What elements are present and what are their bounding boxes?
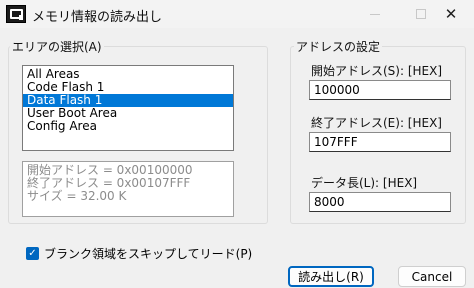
area-select-label: エリアの選択(A) xyxy=(10,38,104,55)
data-length-label: データ長(L): [HEX] xyxy=(311,176,418,190)
dialog-client: エリアの選択(A) All Areas Code Flash 1 Data Fl… xyxy=(0,28,474,288)
area-listbox[interactable]: All Areas Code Flash 1 Data Flash 1 User… xyxy=(22,65,234,151)
minimize-icon xyxy=(370,13,380,15)
title-bar: メモリ情報の読み出し ✕ xyxy=(0,0,474,28)
close-icon: ✕ xyxy=(444,5,458,23)
list-item-config-area[interactable]: Config Area xyxy=(23,120,233,133)
data-length-input[interactable]: 8000 xyxy=(309,192,451,212)
app-icon xyxy=(6,5,26,23)
maximize-icon xyxy=(416,9,426,19)
address-group-label: アドレスの設定 xyxy=(294,38,383,55)
read-button[interactable]: 読み出し(R) xyxy=(288,266,374,287)
info-size: サイズ = 32.00 K xyxy=(27,189,127,203)
checkmark-icon: ✓ xyxy=(28,247,37,259)
skip-blank-checkbox[interactable]: ✓ xyxy=(26,247,39,260)
end-address-input[interactable]: 107FFF xyxy=(309,132,451,152)
end-address-label: 終了アドレス(E): [HEX] xyxy=(311,116,442,130)
close-button[interactable]: ✕ xyxy=(428,0,474,28)
skip-blank-label[interactable]: ブランク領域をスキップしてリード(P) xyxy=(44,245,252,262)
start-address-input[interactable]: 100000 xyxy=(309,80,451,100)
minimize-button[interactable] xyxy=(352,0,398,28)
cancel-button[interactable]: Cancel xyxy=(398,266,466,287)
start-address-label: 開始アドレス(S): [HEX] xyxy=(311,64,443,78)
window-title: メモリ情報の読み出し xyxy=(32,10,163,25)
area-info-box: 開始アドレス = 0x00100000 終了アドレス = 0x00107FFF … xyxy=(22,161,234,217)
